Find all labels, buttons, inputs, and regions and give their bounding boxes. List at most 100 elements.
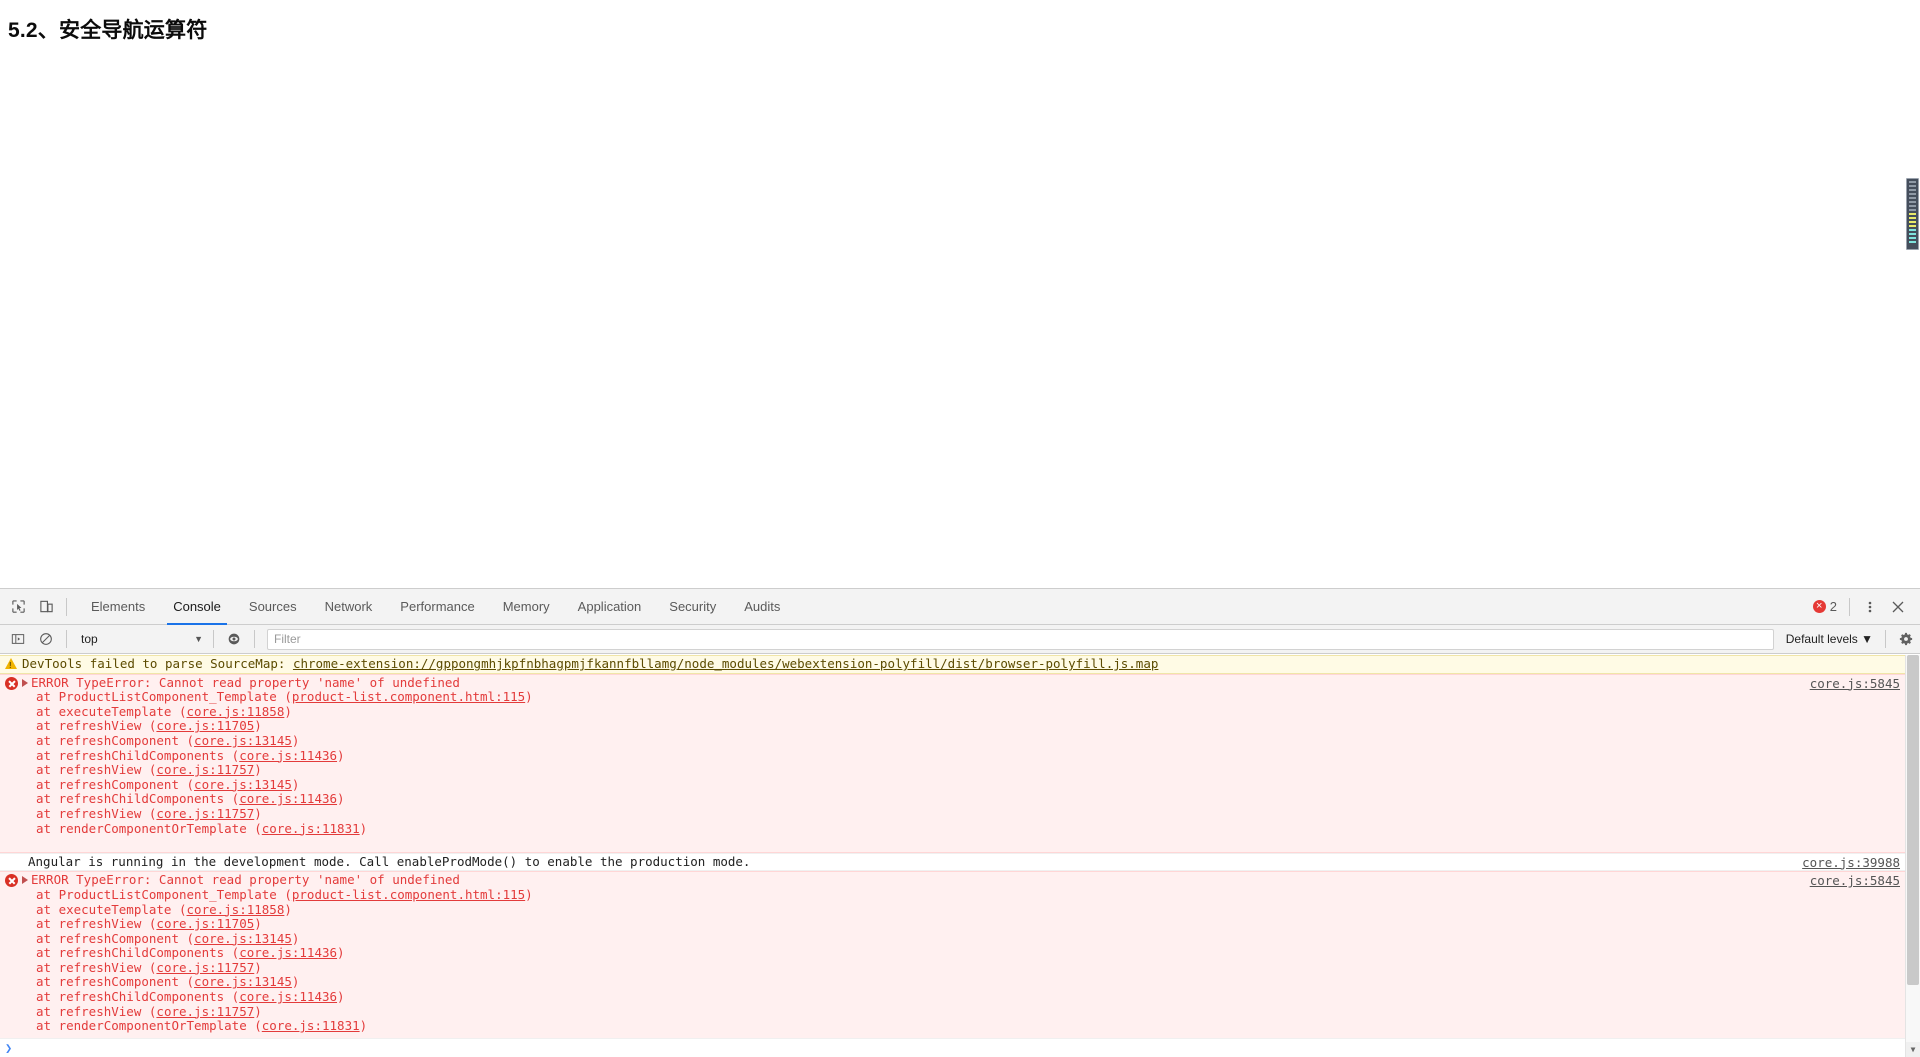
inspect-cursor-icon[interactable] xyxy=(4,593,32,621)
console-filter-bar: top ▼ Filter Default levels ▼ xyxy=(0,625,1920,654)
stack-source-link[interactable]: core.js:11858 xyxy=(187,704,285,719)
stack-source-link[interactable]: core.js:11757 xyxy=(156,960,254,975)
message-source-link[interactable]: core.js:39988 xyxy=(1802,855,1900,871)
scroll-down-arrow-icon[interactable]: ▼ xyxy=(1906,1042,1920,1057)
warning-text: DevTools failed to parse SourceMap: xyxy=(22,656,293,671)
stack-source-link[interactable]: core.js:11858 xyxy=(187,902,285,917)
stack-frame: at executeTemplate (core.js:11858) xyxy=(36,901,292,917)
toolbar-divider-2 xyxy=(1849,597,1850,616)
error-count-badge[interactable]: × 2 xyxy=(1812,599,1837,614)
stack-frame: at refreshView (core.js:11757) xyxy=(36,1003,262,1019)
device-toolbar-icon[interactable] xyxy=(32,593,60,621)
error-icon xyxy=(5,676,19,691)
error-count-value: 2 xyxy=(1829,599,1837,614)
tab-performance[interactable]: Performance xyxy=(386,589,488,625)
stack-source-link[interactable]: core.js:11705 xyxy=(156,718,254,734)
page-vertical-scrollbar[interactable] xyxy=(1904,0,1920,588)
tab-security[interactable]: Security xyxy=(655,589,730,625)
error-header: ERROR TypeError: Cannot read property 'n… xyxy=(31,872,460,888)
page-scrollbar-thumb[interactable] xyxy=(1906,178,1919,250)
stack-frame: at renderComponentOrTemplate (core.js:11… xyxy=(36,820,368,836)
stack-source-link[interactable]: product-list.component.html:115 xyxy=(292,887,525,902)
console-message-error[interactable]: ERROR TypeError: Cannot read property 'n… xyxy=(0,871,1920,1051)
devtools-tabbar: Elements Console Sources Network Perform… xyxy=(0,589,1920,625)
live-expression-icon[interactable] xyxy=(220,625,248,653)
scrollbar-stripe xyxy=(1909,229,1916,231)
devtools-tabbar-right: × 2 xyxy=(1812,593,1920,621)
stack-source-link[interactable]: core.js:13145 xyxy=(194,733,292,748)
stack-frame: at refreshComponent (core.js:13145) xyxy=(36,776,300,792)
gear-icon[interactable] xyxy=(1892,625,1920,653)
stack-frame: at refreshComponent (core.js:13145) xyxy=(36,930,300,946)
stack-frame: at refreshChildComponents (core.js:11436… xyxy=(36,945,345,961)
console-scrollbar-thumb[interactable] xyxy=(1907,655,1919,985)
tab-memory[interactable]: Memory xyxy=(489,589,564,625)
console-sidebar-icon[interactable] xyxy=(4,625,32,653)
scrollbar-stripe xyxy=(1909,181,1916,183)
expand-arrow-icon[interactable] xyxy=(22,876,28,885)
stack-source-link[interactable]: core.js:11757 xyxy=(156,762,254,777)
console-context-selector[interactable]: top ▼ xyxy=(77,629,207,650)
scrollbar-stripe xyxy=(1909,197,1916,199)
toolbar-divider xyxy=(66,597,67,616)
message-source-link[interactable]: core.js:5845 xyxy=(1810,874,1900,889)
stack-source-link[interactable]: core.js:13145 xyxy=(194,777,292,792)
scrollbar-stripe xyxy=(1909,193,1916,195)
console-prompt[interactable]: ❯ xyxy=(0,1038,1920,1057)
web-page-viewport: 5.2、安全导航运算符 xyxy=(0,0,1920,588)
stack-frame: at refreshChildComponents (core.js:11436… xyxy=(36,791,345,807)
scrollbar-stripe xyxy=(1909,237,1916,239)
stack-source-link[interactable]: core.js:11831 xyxy=(262,1018,360,1033)
kebab-menu-icon[interactable] xyxy=(1856,593,1884,621)
stack-source-link[interactable]: core.js:11705 xyxy=(156,916,254,931)
scrollbar-stripe xyxy=(1909,233,1916,235)
warning-icon xyxy=(5,658,19,674)
filterbar-divider-3 xyxy=(254,630,255,648)
sourcemap-link[interactable]: chrome-extension://gppongmhjkpfnbhagpmjf… xyxy=(293,656,1158,671)
tab-elements[interactable]: Elements xyxy=(77,589,159,625)
stack-frame: at refreshView (core.js:11705) xyxy=(36,916,262,932)
stack-frame: at refreshView (core.js:11757) xyxy=(36,805,262,821)
info-text: Angular is running in the development mo… xyxy=(28,853,751,869)
expand-arrow-icon[interactable] xyxy=(22,678,28,687)
chevron-down-icon: ▼ xyxy=(194,634,203,644)
stack-frame: at renderComponentOrTemplate (core.js:11… xyxy=(36,1018,368,1034)
error-dot-icon: × xyxy=(1812,600,1826,613)
stack-source-link[interactable]: core.js:11436 xyxy=(239,989,337,1004)
close-icon[interactable] xyxy=(1884,593,1912,621)
stack-source-link[interactable]: product-list.component.html:115 xyxy=(292,689,525,704)
log-levels-selector[interactable]: Default levels ▼ xyxy=(1780,632,1879,646)
tab-network[interactable]: Network xyxy=(311,589,387,625)
stack-source-link[interactable]: core.js:11757 xyxy=(156,1004,254,1019)
message-source-link[interactable]: core.js:5845 xyxy=(1810,676,1900,692)
page-title: 5.2、安全导航运算符 xyxy=(8,19,208,42)
stack-source-link[interactable]: core.js:11436 xyxy=(239,748,337,763)
stack-source-link[interactable]: core.js:11436 xyxy=(239,791,337,807)
clear-console-icon[interactable] xyxy=(32,625,60,653)
error-header: ERROR TypeError: Cannot read property 'n… xyxy=(31,674,460,690)
scrollbar-stripe xyxy=(1909,221,1916,223)
stack-source-link[interactable]: core.js:13145 xyxy=(194,974,292,990)
stack-frame: at refreshView (core.js:11757) xyxy=(36,959,262,975)
devtools-panel: Elements Console Sources Network Perform… xyxy=(0,588,1920,1057)
console-message-info[interactable]: Angular is running in the development mo… xyxy=(0,852,1920,872)
console-message-error[interactable]: ERROR TypeError: Cannot read property 'n… xyxy=(0,673,1920,853)
console-vertical-scrollbar[interactable]: ▼ xyxy=(1905,655,1920,1057)
tab-audits[interactable]: Audits xyxy=(730,589,794,625)
scrollbar-stripe xyxy=(1909,213,1916,215)
scrollbar-stripe xyxy=(1909,241,1916,243)
stack-source-link[interactable]: core.js:11757 xyxy=(156,806,254,821)
console-message-list: DevTools failed to parse SourceMap: chro… xyxy=(0,655,1920,1057)
filterbar-divider-1 xyxy=(66,630,67,648)
console-message-warning[interactable]: DevTools failed to parse SourceMap: chro… xyxy=(0,655,1920,674)
tab-application[interactable]: Application xyxy=(564,589,656,625)
stack-frame: at refreshView (core.js:11705) xyxy=(36,718,262,734)
stack-source-link[interactable]: core.js:11436 xyxy=(239,945,337,960)
tab-sources[interactable]: Sources xyxy=(235,589,311,625)
stack-source-link[interactable]: core.js:11831 xyxy=(262,821,360,836)
stack-frame: at refreshChildComponents (core.js:11436… xyxy=(36,989,345,1005)
filter-input[interactable]: Filter xyxy=(267,628,1774,650)
stack-source-link[interactable]: core.js:13145 xyxy=(194,931,292,946)
stack-frame: at ProductListComponent_Template (produc… xyxy=(36,886,533,902)
tab-console[interactable]: Console xyxy=(159,589,235,625)
